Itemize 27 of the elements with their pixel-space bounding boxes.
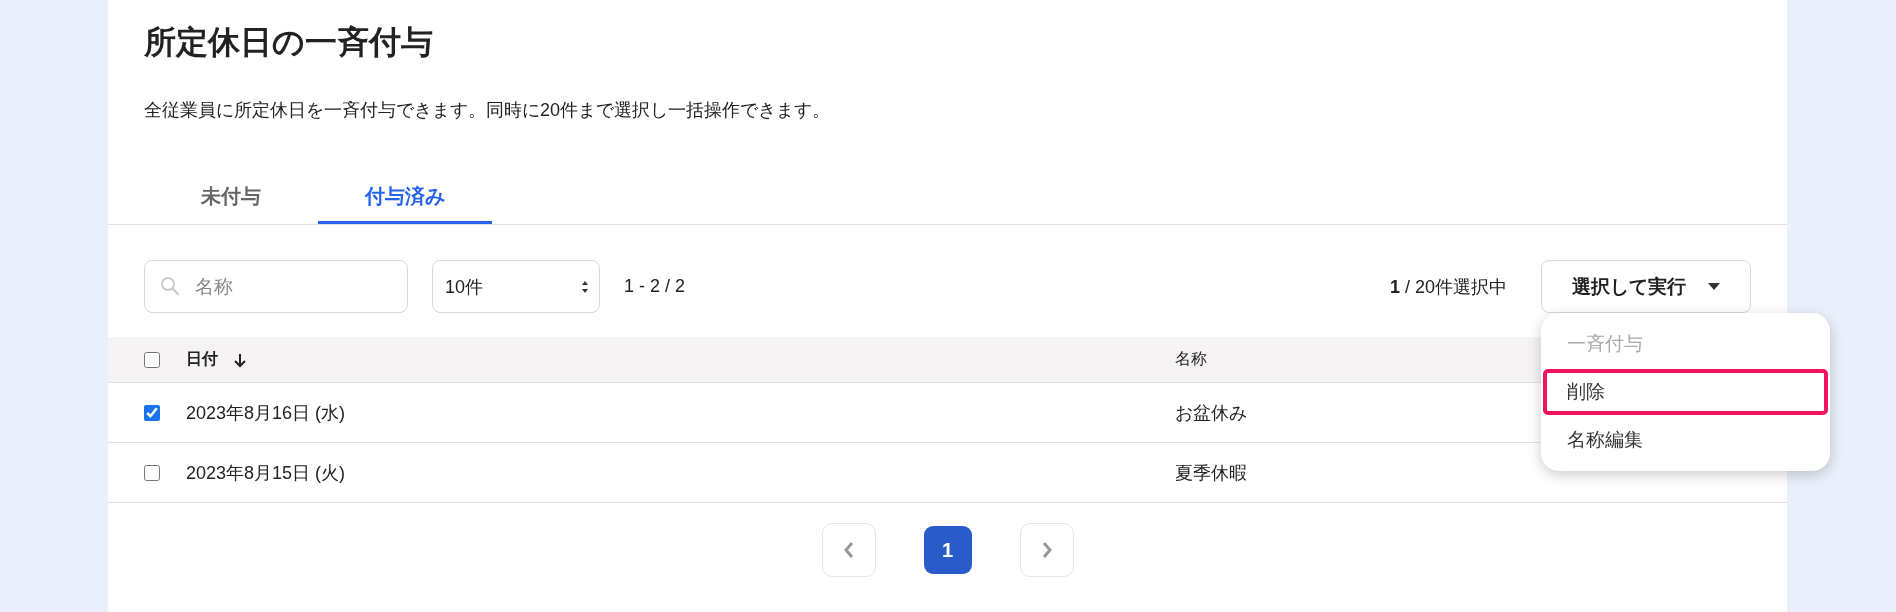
search-field[interactable]: 名称 <box>144 260 408 313</box>
selection-count: 1 / 20件選択中 <box>1389 275 1507 299</box>
sort-down-arrow-icon[interactable] <box>232 351 248 368</box>
result-range: 1 - 2 / 2 <box>624 276 686 297</box>
date-cell-text: 2023年8月16日 (水) <box>186 401 346 425</box>
page-description: 全従業員に所定休日を一斉付与できます。同時に20件まで選択し一括操作できます。 <box>144 99 832 122</box>
search-icon <box>160 276 180 296</box>
date-cell-text: 2023年8月15日 (火) <box>186 461 346 485</box>
page-size-select[interactable]: 10件 <box>432 260 600 313</box>
name-cell-text: お盆休み <box>1175 401 1247 425</box>
tab[interactable]: 未付与 <box>144 182 318 224</box>
name-cell-text: 夏季休暇 <box>1175 461 1247 485</box>
row-checkbox[interactable] <box>144 464 160 481</box>
page-number-button[interactable]: 1 <box>923 526 972 574</box>
sort-caret-icon <box>581 279 589 294</box>
menu-item[interactable]: 名称編集 <box>1543 417 1828 463</box>
chevron-left-icon <box>842 541 855 559</box>
caret-down-icon <box>1708 283 1720 290</box>
page-title: 所定休日の一斉付与 <box>144 23 434 62</box>
menu-item[interactable]: 削除 <box>1543 369 1828 415</box>
chevron-right-icon <box>1040 541 1053 559</box>
column-header[interactable]: 日付 <box>186 349 218 370</box>
tab[interactable]: 付与済み <box>318 182 492 224</box>
row-checkbox[interactable] <box>144 404 160 421</box>
column-header: 名称 <box>1175 350 1207 367</box>
execute-dropdown-button[interactable]: 選択して実行 <box>1541 260 1751 313</box>
select-all-checkbox[interactable] <box>144 351 160 368</box>
